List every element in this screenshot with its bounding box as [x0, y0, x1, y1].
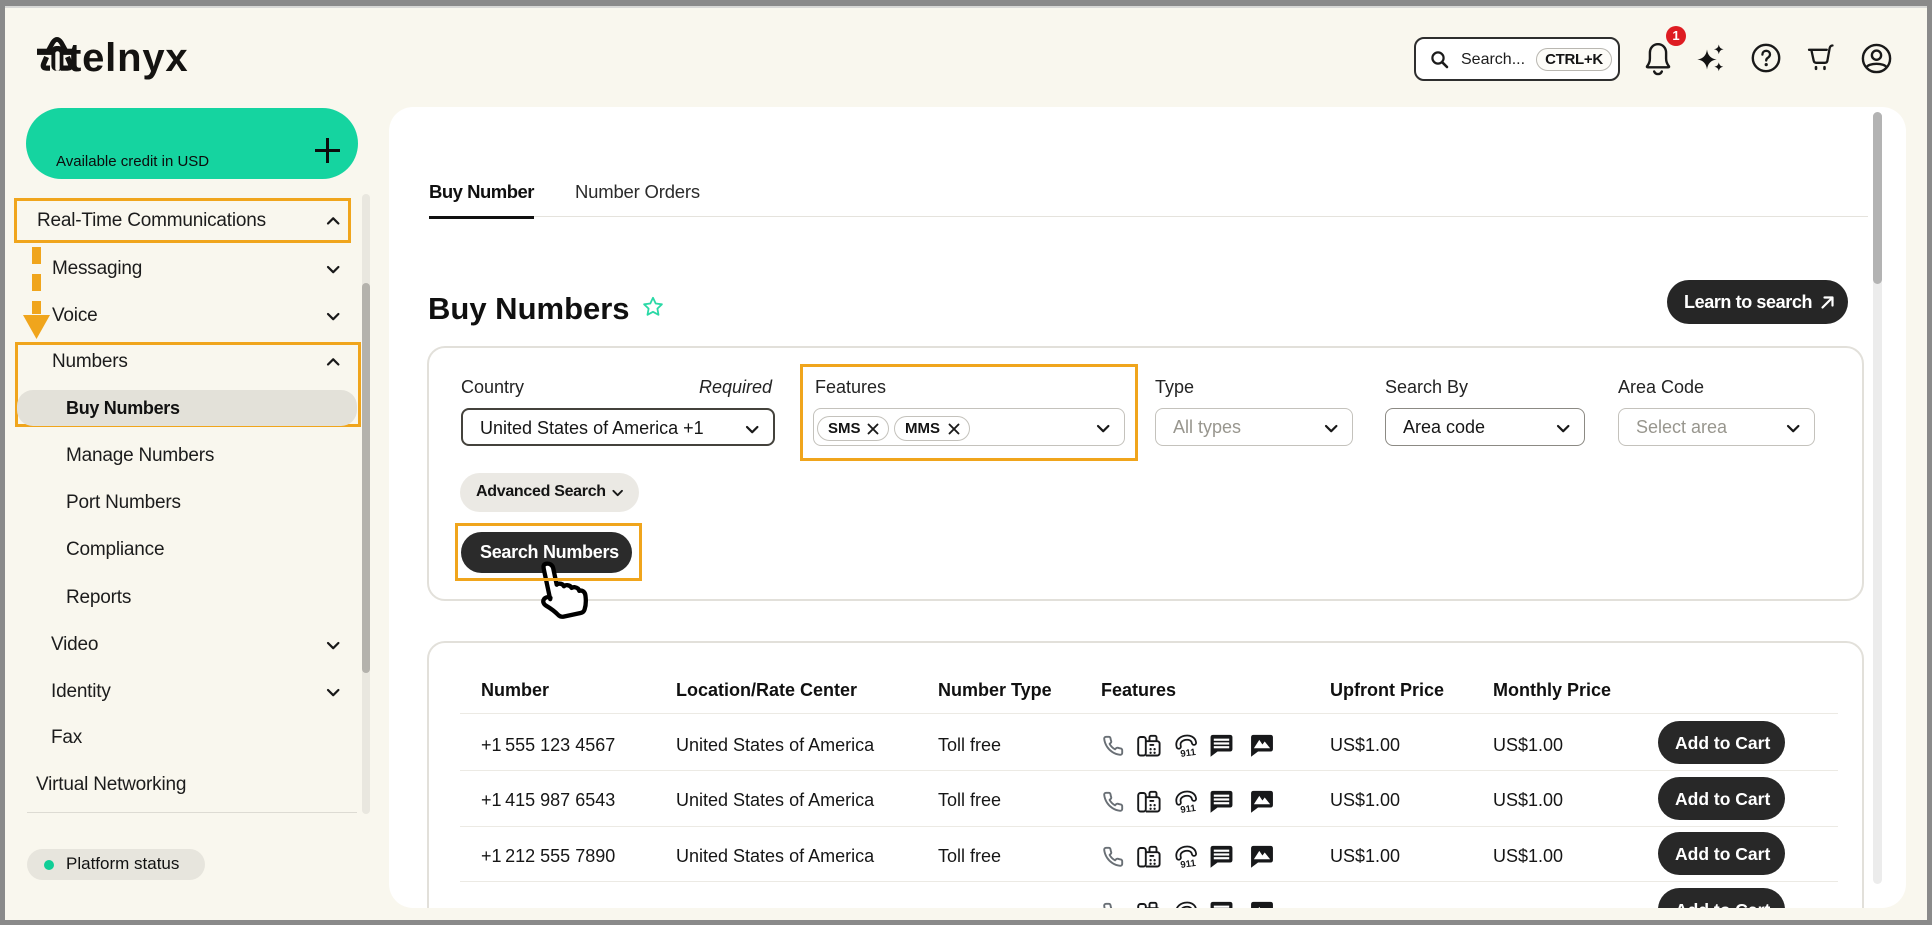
svg-text:telnyx: telnyx: [68, 36, 188, 80]
